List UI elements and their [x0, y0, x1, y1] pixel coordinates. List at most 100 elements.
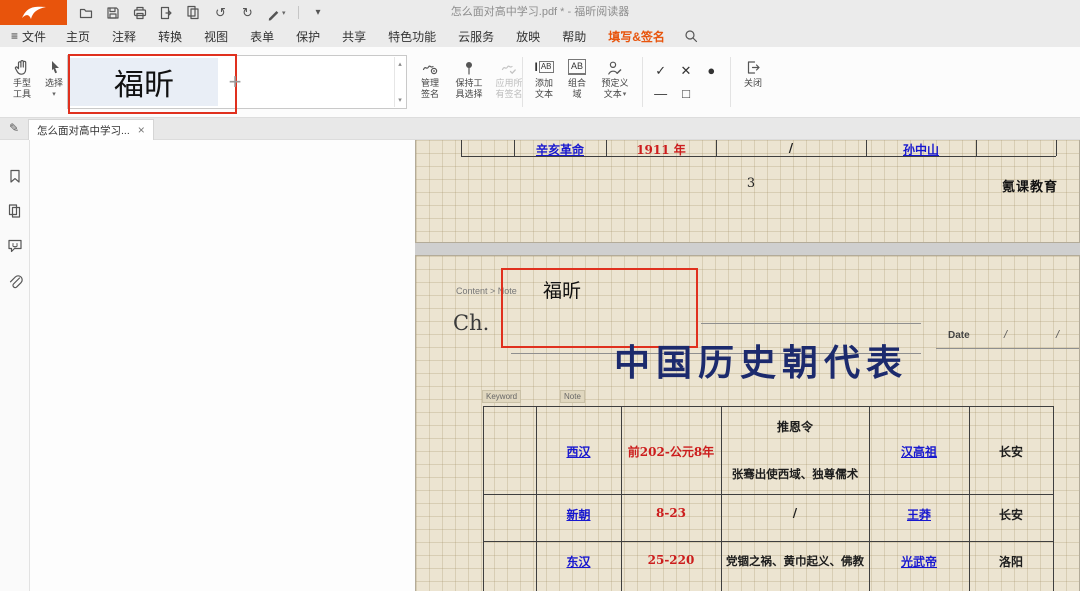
- combine-fields-icon-ab: AB: [568, 59, 586, 75]
- link-xin-dynasty[interactable]: 新朝: [536, 506, 621, 523]
- date-label: Date: [948, 330, 970, 341]
- sign-marks-group: ✓ ✕ ● — □: [648, 59, 724, 105]
- bookmarks-panel-icon[interactable]: [7, 168, 23, 184]
- combine-fields-icon: AB: [568, 57, 586, 77]
- foxit-logo[interactable]: [0, 0, 67, 25]
- tab-home[interactable]: 主页: [61, 28, 95, 45]
- print-icon[interactable]: [132, 4, 147, 21]
- hand-tool-label: 手型: [13, 78, 31, 89]
- pen-glyph: [267, 7, 281, 21]
- page-gap: [415, 243, 1080, 255]
- link-wang-mang[interactable]: 王莽: [869, 506, 969, 523]
- close-fill-sign-label: 关闭: [744, 78, 762, 89]
- link-xinhai-revolution[interactable]: 辛亥革命: [514, 141, 606, 158]
- redo-icon[interactable]: ↻: [240, 4, 255, 21]
- manage-signature-label: 签名: [421, 89, 439, 100]
- table-cell-note: 张骞出使西域、独尊儒术: [721, 466, 869, 482]
- combine-fields-button[interactable]: AB 组合 域: [562, 57, 592, 100]
- document-tab-bar: ✎ 怎么面对高中学习... ×: [0, 118, 1080, 140]
- signature-list-scrollbar: ▴ ▾: [394, 57, 405, 107]
- check-mark-button[interactable]: ✓: [648, 59, 673, 82]
- add-text-button[interactable]: I AB 添加 文本: [528, 57, 560, 100]
- link-sun-yat-sen[interactable]: 孙中山: [866, 141, 976, 158]
- pen-tool-icon[interactable]: ▾: [267, 4, 286, 21]
- file-menu-button[interactable]: ≡ 文件: [8, 28, 49, 45]
- tab-help[interactable]: 帮助: [557, 28, 591, 45]
- hand-tool-button[interactable]: 手型 工具: [6, 57, 38, 100]
- ribbon-tab-bar: ≡ 文件 主页 注释 转换 视图 表单 保护 共享 特色功能 云服务 放映 帮助…: [0, 25, 1080, 47]
- link-eastern-han[interactable]: 东汉: [536, 553, 621, 570]
- add-signature-button[interactable]: +: [222, 67, 248, 97]
- apply-all-label: 有签名: [495, 89, 522, 100]
- tab-protect[interactable]: 保护: [291, 28, 325, 45]
- keep-tool-label: 保持工: [455, 78, 482, 89]
- signature-item-selected[interactable]: 福昕: [70, 58, 218, 106]
- note-label: Note: [560, 390, 585, 403]
- undo-icon[interactable]: ↺: [213, 4, 228, 21]
- open-file-icon[interactable]: [78, 4, 93, 21]
- signature-list: 福昕 + ▴ ▾: [67, 55, 407, 109]
- separator: [522, 57, 523, 107]
- scroll-down-icon[interactable]: ▾: [398, 96, 402, 104]
- table-line: [1053, 406, 1054, 591]
- hand-icon: [14, 57, 30, 77]
- table-cell-note: /: [721, 506, 869, 520]
- combine-fields-label: 组合: [568, 78, 586, 89]
- tab-fill-sign[interactable]: 填写&签名: [603, 28, 670, 45]
- hamburger-icon: ≡: [11, 29, 18, 43]
- save-icon[interactable]: [105, 4, 120, 21]
- table-cell-note: 推恩令: [721, 418, 869, 435]
- signature-preview-text: 福昕: [114, 60, 174, 104]
- tab-view[interactable]: 视图: [199, 28, 233, 45]
- table-cell-years: 25-220: [621, 553, 721, 567]
- comments-panel-icon[interactable]: [7, 238, 23, 254]
- document-tab[interactable]: 怎么面对高中学习... ×: [28, 119, 154, 140]
- scroll-up-icon[interactable]: ▴: [398, 60, 402, 68]
- file-menu-label: 文件: [22, 28, 46, 45]
- line-mark-button[interactable]: —: [648, 82, 673, 105]
- dot-mark-button[interactable]: ●: [699, 59, 724, 82]
- attachments-panel-icon[interactable]: [7, 274, 23, 290]
- tab-share[interactable]: 共享: [337, 28, 371, 45]
- manage-signature-button[interactable]: 管理 签名: [412, 57, 448, 100]
- link-western-han[interactable]: 西汉: [536, 443, 621, 460]
- combine-fields-label: 域: [572, 89, 581, 100]
- keep-tool-label: 具选择: [455, 89, 482, 100]
- quick-access-toolbar: ↺ ↻ ▾ ▾: [78, 0, 326, 25]
- link-han-gaozu[interactable]: 汉高祖: [869, 443, 969, 460]
- tab-cloud-services[interactable]: 云服务: [453, 28, 499, 45]
- tab-annotate[interactable]: 注释: [107, 28, 141, 45]
- keep-tool-selected-button[interactable]: 保持工 具选择: [450, 57, 488, 100]
- customize-toolbar-chevron-icon[interactable]: ▾: [311, 4, 326, 21]
- tab-presentation[interactable]: 放映: [511, 28, 545, 45]
- add-text-icon-ab: AB: [539, 61, 554, 73]
- pages-panel-icon[interactable]: [7, 203, 23, 219]
- tab-special-features[interactable]: 特色功能: [383, 28, 441, 45]
- pen-dropdown-arrow: ▾: [282, 6, 286, 21]
- pdf-page-current: Content > Note 福昕 Ch. 中国历史朝代表 Date / / K…: [415, 255, 1080, 591]
- export-page-icon[interactable]: [159, 4, 174, 21]
- edit-pencil-icon[interactable]: ✎: [9, 121, 19, 135]
- table-line: [483, 494, 1054, 495]
- table-cell-years: 前202-公元8年: [621, 443, 721, 460]
- manage-signature-icon: [422, 57, 438, 77]
- copy-pages-icon[interactable]: [186, 4, 201, 21]
- hand-tool-label: 工具: [13, 89, 31, 100]
- square-mark-button[interactable]: □: [673, 82, 698, 105]
- table-cell-capital: 长安: [969, 443, 1053, 460]
- search-icon[interactable]: [684, 29, 698, 43]
- tab-close-icon[interactable]: ×: [138, 123, 145, 137]
- tab-form[interactable]: 表单: [245, 28, 279, 45]
- add-text-icon-i: I: [534, 62, 537, 73]
- cross-mark-button[interactable]: ✕: [673, 59, 698, 82]
- document-view[interactable]: 辛亥革命 1911 年 / 孙中山 3 氪课教育 Content > Note …: [30, 140, 1080, 591]
- select-tool-button[interactable]: 选择 ▾: [40, 57, 68, 100]
- select-tool-label: 选择: [45, 78, 63, 89]
- link-guangwu-emperor[interactable]: 光武帝: [869, 553, 969, 570]
- predefined-text-button[interactable]: 预定义 文本 ▾: [594, 57, 636, 100]
- date-slash: /: [1056, 329, 1059, 341]
- tab-convert[interactable]: 转换: [153, 28, 187, 45]
- titlebar: ↺ ↻ ▾ ▾ 怎么面对高中学习.pdf * - 福昕阅读器: [0, 0, 1080, 25]
- chapter-label: Ch.: [453, 311, 489, 335]
- close-fill-sign-button[interactable]: 关闭: [736, 57, 770, 89]
